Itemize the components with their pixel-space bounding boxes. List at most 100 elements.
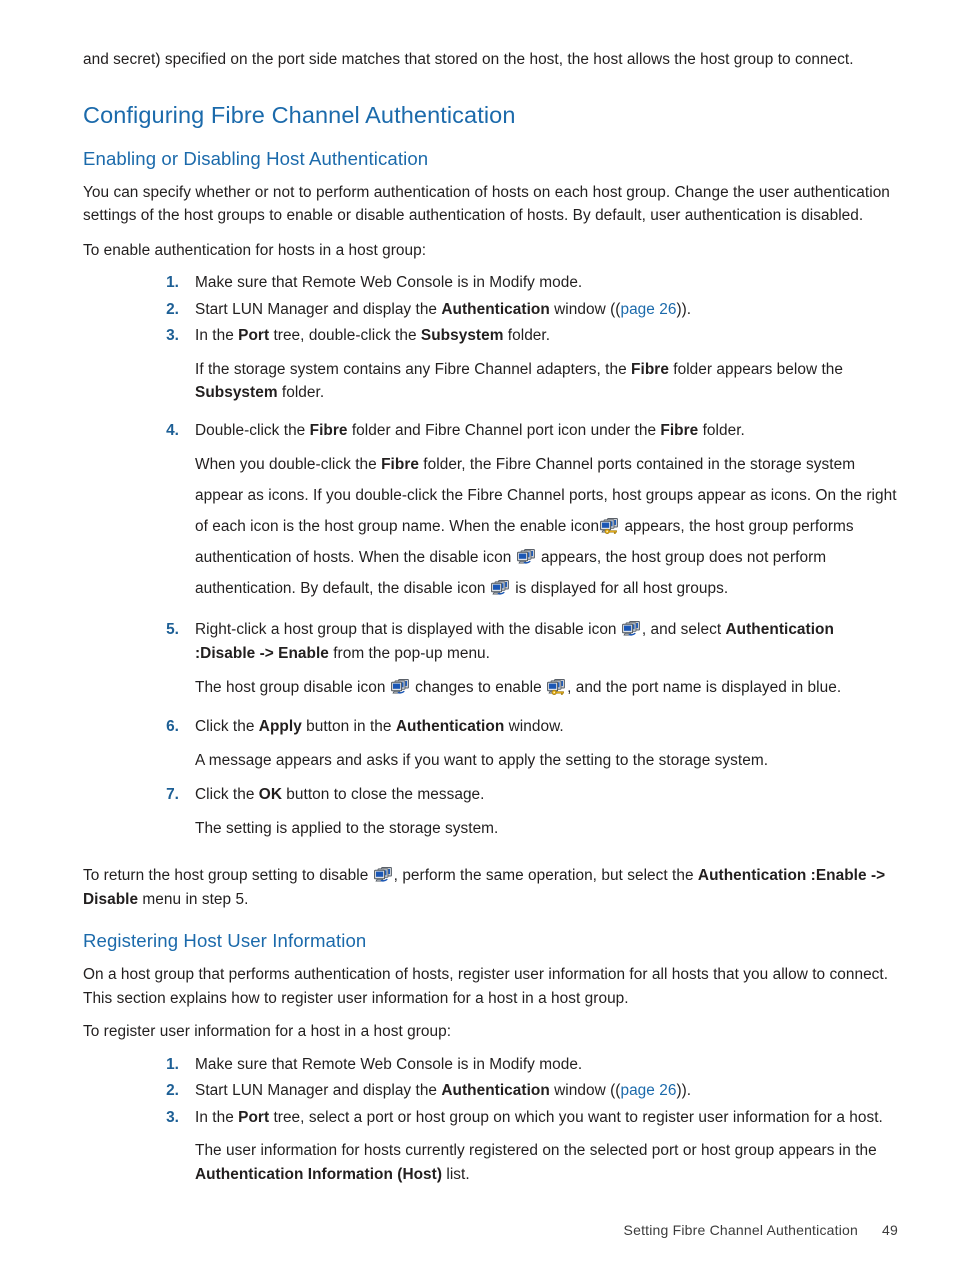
closing-text-part: To return the host group setting to disa… [83,867,373,884]
step-number: 2. [166,300,179,318]
page-title: Configuring Fibre Channel Authentication [83,101,516,128]
bold-term-fibre: Fibre [631,360,669,378]
bold-term-port: Port [238,1108,270,1126]
step-text-part: window (( [549,300,621,318]
step-subparagraph: The user information for hosts currently… [195,1139,898,1186]
bold-term-authentication: Authentication [395,718,505,735]
host-group-disable-icon [517,549,536,566]
step-text-part: folder. [698,421,745,439]
step-text-part: In the [195,1108,239,1126]
step-subparagraph: The host group disable icon changes to e… [195,672,898,703]
step-text: Start LUN Manager and display the Authen… [195,298,898,322]
enabling-steps-list: 1. Make sure that Remote Web Console is … [153,271,898,840]
step-text-part: button in the [301,718,396,735]
step-text: Double-click the Fibre folder and Fibre … [195,419,898,443]
bold-term-fibre: Fibre [381,456,419,473]
step-text-part: is displayed for all host groups. [510,580,729,597]
step-text-part: window. [504,718,564,735]
step-text-part: )). [676,300,692,318]
bold-term-subsystem: Subsystem [195,384,278,401]
step-text-part: If the storage system contains any Fibre… [195,360,632,378]
step-subparagraph: The setting is applied to the storage sy… [195,819,499,837]
step-text-part: When you double-click the [195,456,382,473]
bold-term-authentication: Authentication [441,300,550,318]
step-number: 1. [166,274,179,291]
step-text: Make sure that Remote Web Console is in … [195,274,583,291]
host-group-disable-icon [374,867,393,884]
registering-paragraph-1: On a host group that performs authentica… [83,966,889,1007]
step-text-part: folder appears below the [668,360,844,378]
step-text-part: Click the [195,786,259,803]
bold-term-port: Port [238,327,270,344]
bold-term-ok: OK [258,786,282,803]
step-text-part: from the pop-up menu. [328,644,490,662]
page-footer: Setting Fibre Channel Authentication 49 [0,1222,954,1238]
registering-steps-list: 1. Make sure that Remote Web Console is … [153,1053,898,1187]
step-text: In the Port tree, double-click the Subsy… [195,324,898,348]
section-heading-enabling: Enabling or Disabling Host Authenticatio… [83,147,429,169]
step-subparagraph: A message appears and asks if you want t… [195,751,769,769]
intro-paragraph: and secret) specified on the port side m… [83,51,854,68]
step-text-part: tree, select a port or host group on whi… [269,1108,883,1126]
list-item: 2. Start LUN Manager and display the Aut… [153,1079,898,1103]
bold-term-subsystem: Subsystem [420,327,504,344]
list-item: 2. Start LUN Manager and display the Aut… [153,298,898,322]
list-item: 1. Make sure that Remote Web Console is … [153,1053,898,1077]
step-text-part: The host group disable icon [195,679,390,696]
step-text-part: folder. [277,384,325,401]
step-text-part: changes to enable [410,679,547,696]
step-number: 2. [166,1082,179,1099]
list-item: 1. Make sure that Remote Web Console is … [153,271,898,295]
enabling-paragraph-2: To enable authentication for hosts in a … [83,241,427,259]
step-text-part: )). [676,1082,692,1099]
bold-term-authentication: Authentication [441,1082,550,1099]
step-text-part: tree, double-click the [269,327,421,344]
step-text-part: window (( [549,1082,621,1099]
step-number: 5. [166,621,179,638]
list-item: 6. Click the Apply button in the Authent… [153,715,898,772]
step-text: Make sure that Remote Web Console is in … [195,1055,583,1073]
step-text: In the Port tree, select a port or host … [195,1106,898,1130]
host-group-enable-icon [600,518,619,535]
page-reference-link[interactable]: page 26 [620,1082,676,1099]
page-reference-link[interactable]: page 26 [620,301,676,318]
step-number: 3. [166,1108,179,1126]
step-subparagraph: When you double-click the Fibre folder, … [195,449,898,604]
step-text-part: Double-click the [195,421,310,439]
bold-term-apply: Apply [258,718,302,735]
step-subparagraph: If the storage system contains any Fibre… [195,358,898,405]
closing-text-part: menu in step 5. [138,890,249,908]
host-group-disable-icon [391,679,410,696]
step-text: Click the OK button to close the message… [195,783,898,807]
step-text-part: Start LUN Manager and display the [195,1082,442,1099]
step-text-part: Click the [195,718,259,735]
enabling-paragraph-1: You can specify whether or not to perfor… [83,183,890,225]
step-number: 1. [166,1055,179,1073]
step-text-part: button to close the message. [281,786,485,803]
document-page: and secret) specified on the port side m… [0,0,954,1271]
step-number: 4. [166,421,179,439]
step-text-part: folder. [503,327,551,344]
step-text-part: The user information for hosts currently… [195,1142,877,1159]
step-text: Click the Apply button in the Authentica… [195,715,898,739]
step-text-part: list. [442,1165,470,1183]
step-text-part: , and the port name is displayed in blue… [567,679,842,696]
bold-term-fibre: Fibre [309,421,348,439]
list-item: 3. In the Port tree, select a port or ho… [153,1106,898,1187]
bold-term-fibre: Fibre [660,421,699,439]
step-text-part: In the [195,327,239,344]
step-number: 6. [166,718,179,735]
list-item: 7. Click the OK button to close the mess… [153,783,898,840]
footer-title: Setting Fibre Channel Authentication [623,1222,859,1238]
step-number: 3. [166,327,179,344]
section-heading-registering: Registering Host User Information [83,930,367,951]
step-text: Start LUN Manager and display the Authen… [195,1079,898,1103]
host-group-disable-icon [491,580,510,597]
closing-text-part: , perform the same operation, but select… [393,867,698,884]
step-text: Right-click a host group that is display… [195,618,898,665]
list-item: 5. Right-click a host group that is disp… [153,618,898,703]
host-group-disable-icon [622,621,641,638]
list-item: 3. In the Port tree, double-click the Su… [153,324,898,405]
footer-page-number: 49 [882,1222,898,1238]
host-group-enable-icon [547,679,566,696]
